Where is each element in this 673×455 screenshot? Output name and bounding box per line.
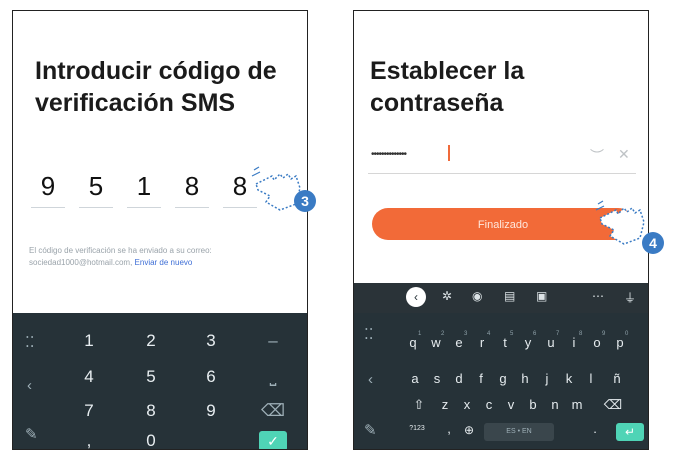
- title-line-2: verificación SMS: [35, 89, 236, 117]
- page-title: Introducir código de verificación SMS: [35, 55, 295, 119]
- password-underline: [368, 173, 636, 174]
- globe-icon[interactable]: ⊕: [458, 423, 480, 437]
- key-r[interactable]: r: [471, 335, 493, 350]
- step-badge-4: 4: [642, 232, 664, 254]
- key-9[interactable]: 9: [191, 401, 231, 421]
- key-w[interactable]: w: [425, 335, 447, 350]
- eye-toggle-icon[interactable]: ︶: [590, 146, 604, 166]
- drag-handle-icon[interactable]: ⁚⁚: [25, 333, 35, 351]
- key-5[interactable]: 5: [131, 367, 171, 387]
- keyboard-toolbar: ‹ ✲ ◉ ▤ ▣ ⋯ ⏚: [354, 283, 648, 313]
- space-bar[interactable]: ES • EN: [484, 423, 554, 441]
- key-hint-0: 0: [625, 331, 629, 337]
- key-comma[interactable]: ,: [438, 421, 460, 436]
- palette-icon[interactable]: ◉: [472, 289, 482, 303]
- clipboard-icon[interactable]: ▤: [504, 289, 515, 303]
- code-digit-3[interactable]: 1: [127, 171, 161, 208]
- key-1[interactable]: 1: [69, 331, 109, 351]
- clear-icon[interactable]: ✕: [618, 146, 630, 163]
- chevron-left-icon[interactable]: ‹: [368, 371, 373, 388]
- hint-email: sociedad1000@hotmail.com,: [29, 258, 133, 267]
- page-title: Establecer la contraseña: [370, 55, 630, 119]
- key-l[interactable]: l: [580, 371, 602, 386]
- microphone-icon[interactable]: ⏚: [624, 289, 636, 306]
- key-e[interactable]: e: [448, 335, 470, 350]
- key-hint-8: 8: [579, 331, 583, 337]
- symbols-key[interactable]: ?123: [402, 425, 432, 432]
- key-z[interactable]: z: [434, 397, 456, 412]
- key-j[interactable]: j: [536, 371, 558, 386]
- key-hint-4: 4: [487, 331, 491, 337]
- key-o[interactable]: o: [586, 335, 608, 350]
- key-6[interactable]: 6: [191, 367, 231, 387]
- code-digit-4[interactable]: 8: [175, 171, 209, 208]
- key-y[interactable]: y: [517, 335, 539, 350]
- edit-icon[interactable]: ✎: [25, 425, 38, 443]
- back-icon[interactable]: ‹: [406, 287, 426, 307]
- key-g[interactable]: g: [492, 371, 514, 386]
- key-period[interactable]: .: [584, 421, 606, 436]
- code-digit-1[interactable]: 9: [31, 171, 65, 208]
- key-hint-2: 2: [441, 331, 445, 337]
- shift-icon[interactable]: ⇧: [408, 397, 430, 413]
- key-8[interactable]: 8: [131, 401, 171, 421]
- backspace-icon[interactable]: ⌫: [253, 401, 293, 421]
- backspace-icon[interactable]: ⌫: [602, 397, 624, 413]
- hint-text: El código de verificación se ha enviado …: [29, 246, 212, 255]
- resend-link[interactable]: Enviar de nuevo: [135, 258, 193, 267]
- confirm-check-button[interactable]: ✓: [259, 431, 287, 449]
- key-hint-1: 1: [418, 331, 422, 337]
- key-a[interactable]: a: [404, 371, 426, 386]
- title-line-2: contraseña: [370, 89, 504, 117]
- settings-icon[interactable]: ✲: [442, 289, 452, 303]
- enter-icon[interactable]: ↵: [616, 423, 644, 441]
- key-q[interactable]: q: [402, 335, 424, 350]
- key-3[interactable]: 3: [191, 331, 231, 351]
- key-4[interactable]: 4: [69, 367, 109, 387]
- key-hint-5: 5: [510, 331, 514, 337]
- key-0[interactable]: 0: [131, 431, 171, 449]
- key-hint-9: 9: [602, 331, 606, 337]
- key-7[interactable]: 7: [69, 401, 109, 421]
- key-m[interactable]: m: [566, 397, 588, 412]
- key-2[interactable]: 2: [131, 331, 171, 351]
- key-hint-7: 7: [556, 331, 560, 337]
- key-d[interactable]: d: [448, 371, 470, 386]
- key-dash[interactable]: –: [253, 331, 293, 351]
- image-icon[interactable]: ▣: [536, 289, 547, 303]
- key-f[interactable]: f: [470, 371, 492, 386]
- drag-handle-icon[interactable]: ⁚⁚: [364, 325, 374, 343]
- key-comma[interactable]: ,: [69, 431, 109, 449]
- key-hint-6: 6: [533, 331, 537, 337]
- key-p[interactable]: p: [609, 335, 631, 350]
- phone-screen-sms-verification: Introducir código de verificación SMS 9 …: [12, 10, 308, 450]
- chevron-left-icon[interactable]: ‹: [27, 377, 32, 394]
- key-v[interactable]: v: [500, 397, 522, 412]
- verification-hint: El código de verificación se ha enviado …: [29, 245, 299, 269]
- key-x[interactable]: x: [456, 397, 478, 412]
- key-i[interactable]: i: [563, 335, 585, 350]
- key-u[interactable]: u: [540, 335, 562, 350]
- key-n[interactable]: n: [544, 397, 566, 412]
- key-s[interactable]: s: [426, 371, 448, 386]
- edit-icon[interactable]: ✎: [364, 421, 377, 439]
- password-input[interactable]: ••••••••••••••: [371, 149, 407, 160]
- numeric-keypad: ⁚⁚ ‹ ✎ 1 2 3 – 4 5 6 ⎵ 7 8 9 ⌫ , 0 ✓: [13, 313, 307, 449]
- title-line-1: Establecer la: [370, 57, 525, 85]
- key-enie[interactable]: ñ: [606, 371, 628, 386]
- key-space[interactable]: ⎵: [253, 367, 293, 387]
- more-icon[interactable]: ⋯: [592, 289, 604, 303]
- code-digit-2[interactable]: 5: [79, 171, 113, 208]
- title-line-1: Introducir código de: [35, 57, 277, 85]
- step-badge-3: 3: [294, 190, 316, 212]
- key-t[interactable]: t: [494, 335, 516, 350]
- qwerty-keyboard: ⁚⁚ ‹ ✎ q w e r t y u i o p 1 2 3 4 5 6 7…: [354, 313, 648, 449]
- key-b[interactable]: b: [522, 397, 544, 412]
- key-hint-3: 3: [464, 331, 468, 337]
- key-k[interactable]: k: [558, 371, 580, 386]
- key-h[interactable]: h: [514, 371, 536, 386]
- key-c[interactable]: c: [478, 397, 500, 412]
- text-cursor: [448, 145, 450, 161]
